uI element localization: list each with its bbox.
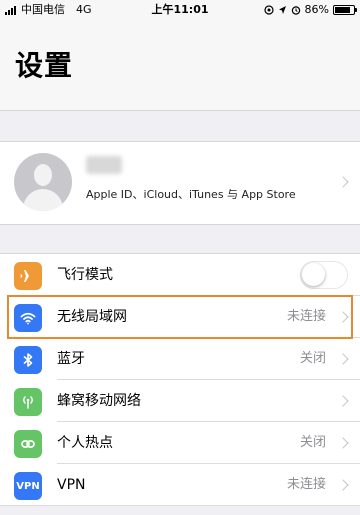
vpn-icon: VPN — [14, 472, 42, 500]
profile-name-blurred — [86, 156, 122, 174]
row-value: 关闭 — [299, 435, 326, 450]
chevron-right-icon — [337, 311, 349, 323]
row-label: 蓝牙 — [57, 351, 85, 367]
location-icon — [263, 5, 274, 15]
row-wifi[interactable]: 无线局域网 未连接 — [0, 296, 360, 338]
chevron-right-icon — [337, 479, 349, 491]
bluetooth-icon — [14, 346, 42, 374]
hotspot-icon — [14, 430, 42, 458]
row-cellular[interactable]: 蜂窝移动网络 — [0, 380, 360, 422]
battery-icon — [333, 5, 357, 15]
status-bar: 中国电信 4G 上午11:01 86% — [0, 0, 360, 20]
profile-row[interactable]: Apple ID、iCloud、iTunes 与 App Store — [0, 141, 360, 225]
profile-subtitle: Apple ID、iCloud、iTunes 与 App Store — [86, 188, 296, 201]
row-label: VPN — [57, 477, 86, 493]
wifi-icon — [14, 304, 42, 332]
page-title: 设置 — [15, 49, 74, 82]
airplane-mode-toggle[interactable] — [300, 261, 348, 289]
avatar — [14, 153, 72, 211]
chevron-right-icon — [337, 395, 349, 407]
chevron-right-icon — [337, 176, 349, 188]
airplane-icon — [14, 262, 42, 290]
settings-group: 飞行模式 无线局域网 未连接 蓝牙 关闭 蜂窝移动网络 个人热点 关闭 VPN … — [0, 253, 360, 506]
row-label: 蜂窝移动网络 — [57, 393, 141, 409]
row-value: 关闭 — [299, 351, 326, 366]
vpn-icon-text: VPN — [16, 480, 40, 492]
title-divider — [0, 110, 360, 111]
row-label: 无线局域网 — [57, 309, 127, 325]
chevron-right-icon — [337, 437, 349, 449]
navigation-arrow-icon — [278, 6, 286, 14]
chevron-right-icon — [337, 353, 349, 365]
status-right: 86% — [263, 0, 357, 20]
cellular-icon — [14, 388, 42, 416]
alarm-icon — [291, 6, 300, 15]
row-label: 个人热点 — [57, 435, 113, 451]
row-value: 未连接 — [286, 309, 326, 324]
row-bluetooth[interactable]: 蓝牙 关闭 — [0, 338, 360, 380]
row-vpn[interactable]: VPN VPN 未连接 — [0, 464, 360, 506]
row-hotspot[interactable]: 个人热点 关闭 — [0, 422, 360, 464]
row-label: 飞行模式 — [57, 267, 113, 283]
row-airplane-mode: 飞行模式 — [0, 254, 360, 296]
battery-percent: 86% — [304, 3, 329, 16]
row-value: 未连接 — [286, 477, 326, 492]
